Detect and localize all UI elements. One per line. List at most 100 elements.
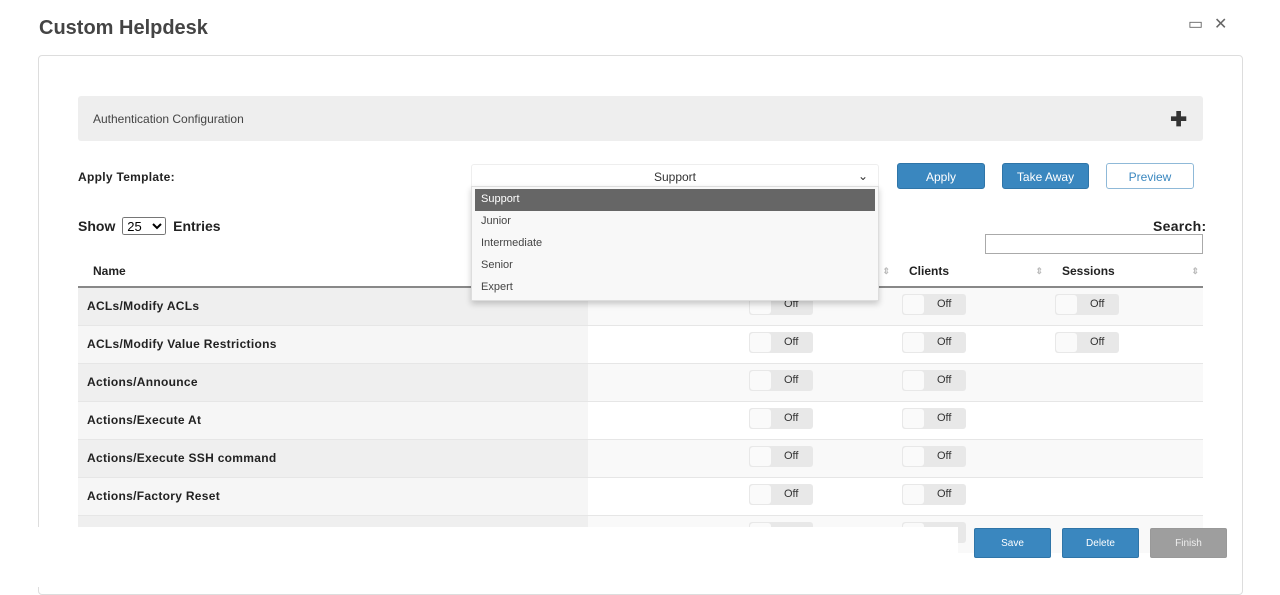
toggle-state: Off bbox=[937, 336, 952, 348]
permission-toggle[interactable]: Off bbox=[902, 408, 966, 429]
table-row: ACLs/Modify Value Restrictions Off Off Off bbox=[78, 324, 1203, 363]
template-select[interactable]: Support ⌄ bbox=[471, 164, 879, 188]
maximize-icon[interactable]: ▭ bbox=[1188, 14, 1203, 34]
column-header-label: Clients bbox=[909, 264, 950, 278]
permission-toggle[interactable]: Off bbox=[1055, 332, 1119, 353]
toggle-knob bbox=[1056, 295, 1077, 315]
template-dropdown-list: Support Junior Intermediate Senior Expert bbox=[471, 186, 879, 301]
sort-icon[interactable]: ⇕ bbox=[1035, 266, 1043, 277]
save-button[interactable]: Save bbox=[974, 528, 1051, 558]
permission-name: Actions/Execute At bbox=[78, 400, 588, 439]
toggle-knob bbox=[903, 333, 924, 352]
permission-toggle[interactable]: Off bbox=[902, 484, 966, 505]
entries-select[interactable]: 25 bbox=[122, 217, 167, 235]
column-header-label: Sessions bbox=[1062, 264, 1115, 278]
template-option[interactable]: Support bbox=[475, 189, 875, 211]
toggle-cell bbox=[1047, 476, 1203, 515]
permission-toggle[interactable]: Off bbox=[749, 446, 813, 467]
delete-button[interactable]: Delete bbox=[1062, 528, 1139, 558]
toggle-knob bbox=[903, 447, 924, 466]
template-option[interactable]: Junior bbox=[475, 211, 875, 233]
permission-name: Actions/Announce bbox=[78, 362, 588, 401]
toggle-cell bbox=[1047, 438, 1203, 477]
toggle-cell bbox=[588, 324, 741, 363]
toggle-knob bbox=[750, 333, 771, 352]
sort-icon[interactable]: ⇕ bbox=[882, 266, 890, 277]
toggle-cell bbox=[1047, 362, 1203, 401]
permission-toggle[interactable]: Off bbox=[1055, 294, 1119, 316]
accordion-label: Authentication Configuration bbox=[93, 112, 244, 126]
column-header-label: Name bbox=[93, 264, 126, 278]
toggle-cell: Off bbox=[894, 438, 1047, 477]
permission-toggle[interactable]: Off bbox=[749, 332, 813, 353]
toggle-state: Off bbox=[1090, 298, 1105, 311]
toggle-state: Off bbox=[937, 450, 952, 462]
toggle-cell bbox=[588, 476, 741, 515]
preview-button[interactable]: Preview bbox=[1106, 163, 1194, 189]
toggle-cell: Off bbox=[741, 324, 894, 363]
toggle-knob bbox=[750, 409, 771, 428]
search-input[interactable] bbox=[985, 234, 1203, 254]
apply-template-label: Apply Template: bbox=[78, 170, 175, 184]
toggle-knob bbox=[750, 485, 771, 504]
toggle-cell: Off bbox=[894, 324, 1047, 363]
toggle-state: Off bbox=[784, 336, 799, 348]
toggle-cell: Off bbox=[894, 400, 1047, 439]
permission-toggle[interactable]: Off bbox=[902, 294, 966, 316]
table-row: Actions/Announce Off Off bbox=[78, 362, 1203, 401]
permission-name: ACLs/Modify Value Restrictions bbox=[78, 324, 588, 363]
toggle-cell: Off bbox=[741, 362, 894, 401]
toggle-cell bbox=[588, 362, 741, 401]
finish-button[interactable]: Finish bbox=[1150, 528, 1227, 558]
permission-toggle[interactable]: Off bbox=[902, 370, 966, 391]
toggle-cell: Off bbox=[894, 362, 1047, 401]
permission-name: Actions/Execute SSH command bbox=[78, 438, 588, 477]
toggle-cell: Off bbox=[741, 438, 894, 477]
toggle-cell bbox=[588, 400, 741, 439]
toggle-cell: Off bbox=[741, 400, 894, 439]
table-row: Actions/Execute SSH command Off Off bbox=[78, 438, 1203, 477]
sort-icon[interactable]: ⇕ bbox=[1191, 266, 1199, 277]
toggle-state: Off bbox=[1090, 336, 1105, 348]
plus-icon[interactable]: ✚ bbox=[1170, 107, 1187, 132]
toggle-cell bbox=[1047, 400, 1203, 439]
search-label: Search: bbox=[1153, 218, 1207, 234]
template-option[interactable]: Intermediate bbox=[475, 233, 875, 255]
toggle-knob bbox=[903, 295, 924, 315]
permission-toggle[interactable]: Off bbox=[749, 408, 813, 429]
permission-name: Actions/Factory Reset bbox=[78, 476, 588, 515]
column-header[interactable]: Sessions ⇕ bbox=[1047, 256, 1203, 288]
entries-label: Entries bbox=[173, 218, 221, 234]
toggle-cell bbox=[588, 438, 741, 477]
toggle-cell: Off bbox=[1047, 286, 1203, 325]
permission-toggle[interactable]: Off bbox=[902, 446, 966, 467]
take-away-button[interactable]: Take Away bbox=[1002, 163, 1089, 189]
toggle-state: Off bbox=[784, 488, 799, 500]
permission-toggle[interactable]: Off bbox=[902, 332, 966, 353]
toggle-state: Off bbox=[937, 488, 952, 500]
permission-toggle[interactable]: Off bbox=[749, 484, 813, 505]
toggle-knob bbox=[750, 447, 771, 466]
entries-length: Show 25 Entries bbox=[78, 217, 221, 235]
toggle-state: Off bbox=[937, 412, 952, 424]
toggle-knob bbox=[903, 485, 924, 504]
template-option[interactable]: Senior bbox=[475, 255, 875, 277]
table-scroll-clip bbox=[38, 527, 958, 587]
close-icon[interactable]: ✕ bbox=[1214, 14, 1227, 34]
toggle-knob bbox=[750, 371, 771, 390]
toggle-state: Off bbox=[937, 374, 952, 386]
template-option[interactable]: Expert bbox=[475, 277, 875, 299]
column-header[interactable]: Clients ⇕ bbox=[894, 256, 1047, 288]
table-row: Actions/Factory Reset Off Off bbox=[78, 476, 1203, 515]
toggle-knob bbox=[903, 371, 924, 390]
authentication-configuration-accordion[interactable]: Authentication Configuration ✚ bbox=[78, 96, 1203, 141]
apply-button[interactable]: Apply bbox=[897, 163, 985, 189]
toggle-state: Off bbox=[784, 450, 799, 462]
toggle-knob bbox=[1056, 333, 1077, 352]
table-row: Actions/Execute At Off Off bbox=[78, 400, 1203, 439]
toggle-cell: Off bbox=[1047, 324, 1203, 363]
toggle-state: Off bbox=[937, 298, 952, 311]
permission-toggle[interactable]: Off bbox=[749, 370, 813, 391]
window-title: Custom Helpdesk bbox=[39, 17, 208, 39]
show-label: Show bbox=[78, 218, 116, 234]
